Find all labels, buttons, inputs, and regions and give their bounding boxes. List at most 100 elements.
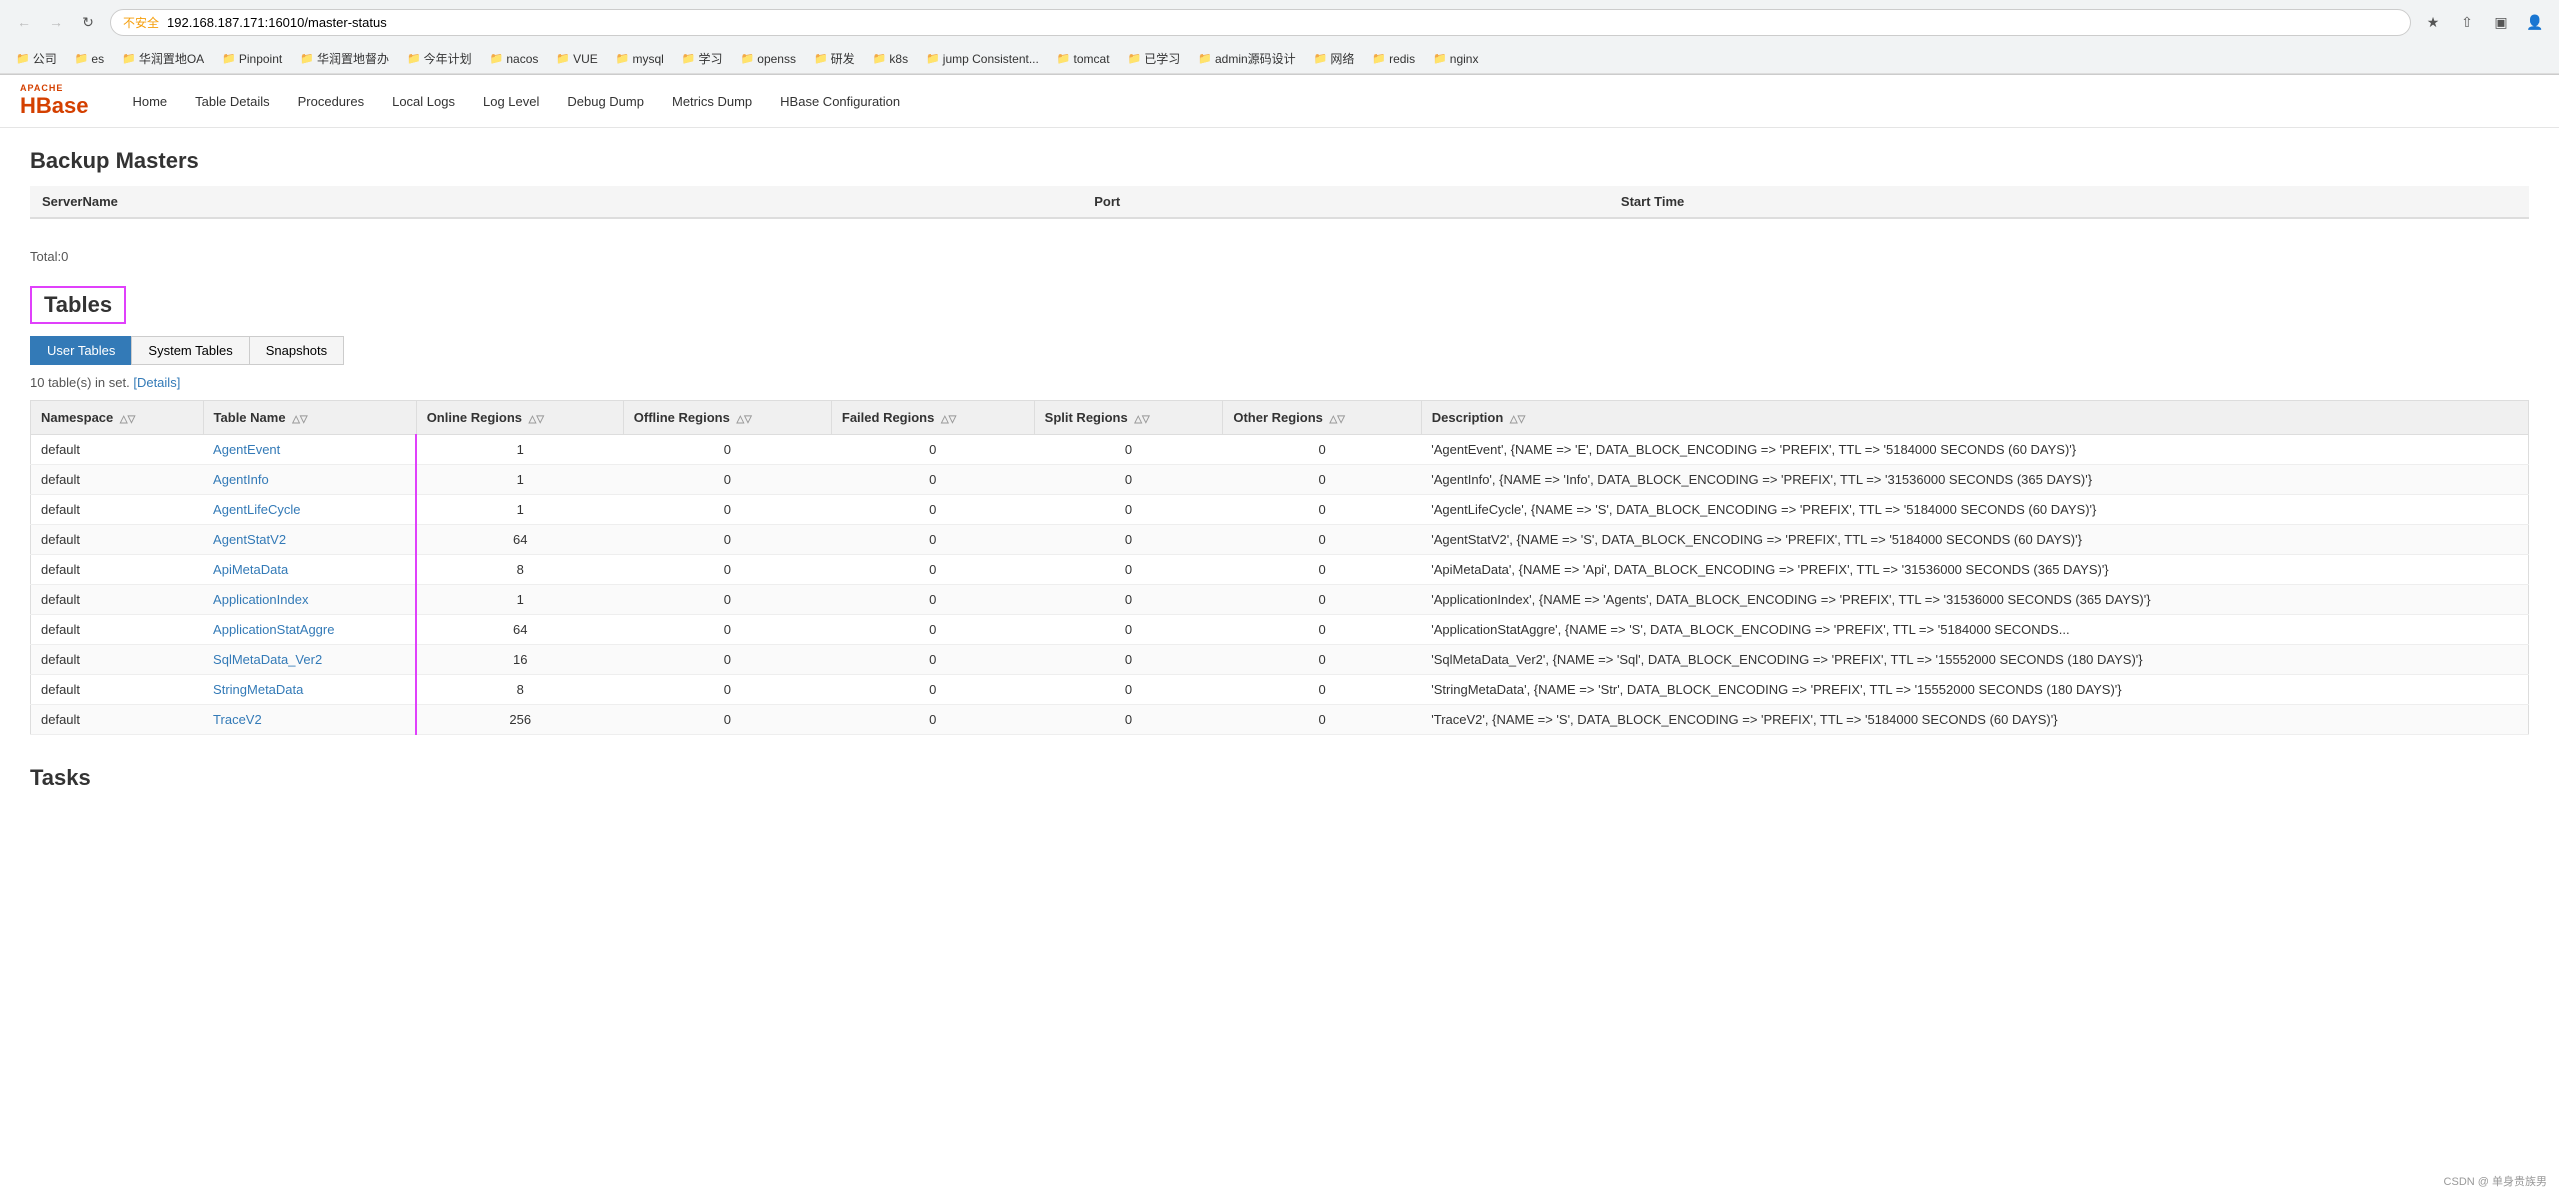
bookmark-item[interactable]: 已学习 [1122, 48, 1187, 69]
cell-other-regions: 0 [1223, 495, 1421, 525]
bookmark-item[interactable]: VUE [550, 50, 603, 68]
nav-procedures[interactable]: Procedures [284, 86, 378, 117]
table-name-link[interactable]: AgentEvent [213, 442, 280, 457]
bookmark-item[interactable]: 今年计划 [401, 48, 478, 69]
table-name-link[interactable]: AgentInfo [213, 472, 269, 487]
cell-description: 'ApiMetaData', {NAME => 'Api', DATA_BLOC… [1421, 555, 2528, 585]
cell-offline-regions: 0 [623, 435, 831, 465]
profile-button[interactable]: 👤 [2521, 8, 2549, 36]
bookmark-item[interactable]: 华润置地OA [116, 48, 210, 69]
th-split-regions[interactable]: Split Regions △▽ [1034, 401, 1223, 435]
cell-namespace: default [31, 615, 204, 645]
bookmark-item[interactable]: nacos [484, 50, 545, 68]
url-input[interactable] [167, 15, 2398, 30]
nav-table-details[interactable]: Table Details [181, 86, 283, 117]
main-content: Backup Masters ServerName Port Start Tim… [0, 128, 2559, 823]
nav-buttons: ← → ↻ [10, 8, 102, 36]
cell-namespace: default [31, 495, 204, 525]
reload-button[interactable]: ↻ [74, 8, 102, 36]
th-offline-regions[interactable]: Offline Regions △▽ [623, 401, 831, 435]
bookmark-button[interactable]: ★ [2419, 8, 2447, 36]
tab-user-tables[interactable]: User Tables [30, 336, 131, 365]
back-button[interactable]: ← [10, 8, 38, 36]
bookmark-item[interactable]: admin源码设计 [1192, 48, 1301, 69]
nav-home[interactable]: Home [118, 86, 181, 117]
table-row: defaultAgentStatV2640000'AgentStatV2', {… [31, 525, 2529, 555]
forward-button[interactable]: → [42, 8, 70, 36]
th-online-regions[interactable]: Online Regions △▽ [416, 401, 623, 435]
nav-hbase-config[interactable]: HBase Configuration [766, 86, 914, 117]
cell-description: 'AgentLifeCycle', {NAME => 'S', DATA_BLO… [1421, 495, 2528, 525]
bookmark-item[interactable]: k8s [867, 50, 914, 68]
details-link[interactable]: [Details] [133, 375, 180, 390]
nav-debug-dump[interactable]: Debug Dump [553, 86, 658, 117]
browser-actions: ★ ⇧ ▣ 👤 [2419, 8, 2549, 36]
cell-other-regions: 0 [1223, 555, 1421, 585]
cell-offline-regions: 0 [623, 705, 831, 735]
table-name-link[interactable]: SqlMetaData_Ver2 [213, 652, 322, 667]
cell-description: 'TraceV2', {NAME => 'S', DATA_BLOCK_ENCO… [1421, 705, 2528, 735]
bookmark-item[interactable]: 公司 [10, 48, 63, 69]
th-description[interactable]: Description △▽ [1421, 401, 2528, 435]
cell-description: 'AgentEvent', {NAME => 'E', DATA_BLOCK_E… [1421, 435, 2528, 465]
cell-online-regions: 64 [416, 525, 623, 555]
extensions-button[interactable]: ▣ [2487, 8, 2515, 36]
nav-log-level[interactable]: Log Level [469, 86, 553, 117]
table-row: defaultAgentLifeCycle10000'AgentLifeCycl… [31, 495, 2529, 525]
col-port: Port [1082, 186, 1609, 218]
bookmark-item[interactable]: Pinpoint [216, 50, 288, 68]
cell-namespace: default [31, 555, 204, 585]
bookmark-item[interactable]: es [69, 50, 110, 68]
bookmark-item[interactable]: tomcat [1051, 50, 1116, 68]
table-name-link[interactable]: ApiMetaData [213, 562, 288, 577]
bookmark-item[interactable]: jump Consistent... [920, 50, 1045, 68]
cell-split-regions: 0 [1034, 675, 1223, 705]
nav-metrics-dump[interactable]: Metrics Dump [658, 86, 766, 117]
cell-description: 'ApplicationStatAggre', {NAME => 'S', DA… [1421, 615, 2528, 645]
cell-online-regions: 16 [416, 645, 623, 675]
th-failed-regions[interactable]: Failed Regions △▽ [831, 401, 1034, 435]
bookmark-item[interactable]: 网络 [1308, 48, 1361, 69]
bookmark-item[interactable]: nginx [1427, 50, 1484, 68]
cell-tablename: SqlMetaData_Ver2 [203, 645, 416, 675]
cell-description: 'AgentInfo', {NAME => 'Info', DATA_BLOCK… [1421, 465, 2528, 495]
table-name-link[interactable]: AgentStatV2 [213, 532, 286, 547]
cell-other-regions: 0 [1223, 705, 1421, 735]
cell-failed-regions: 0 [831, 645, 1034, 675]
cell-other-regions: 0 [1223, 435, 1421, 465]
share-button[interactable]: ⇧ [2453, 8, 2481, 36]
bookmark-item[interactable]: redis [1366, 50, 1421, 68]
tab-snapshots[interactable]: Snapshots [249, 336, 344, 365]
bookmark-item[interactable]: 研发 [808, 48, 861, 69]
table-row: defaultTraceV22560000'TraceV2', {NAME =>… [31, 705, 2529, 735]
th-tablename[interactable]: Table Name △▽ [203, 401, 416, 435]
th-other-regions[interactable]: Other Regions △▽ [1223, 401, 1421, 435]
cell-other-regions: 0 [1223, 615, 1421, 645]
cell-description: 'SqlMetaData_Ver2', {NAME => 'Sql', DATA… [1421, 645, 2528, 675]
th-namespace[interactable]: Namespace △▽ [31, 401, 204, 435]
table-info: 10 table(s) in set. [Details] [30, 375, 2529, 390]
table-name-link[interactable]: ApplicationStatAggre [213, 622, 334, 637]
table-row: defaultSqlMetaData_Ver2160000'SqlMetaDat… [31, 645, 2529, 675]
table-name-link[interactable]: ApplicationIndex [213, 592, 308, 607]
cell-tablename: AgentStatV2 [203, 525, 416, 555]
cell-offline-regions: 0 [623, 495, 831, 525]
app-logo: APACHE HBase [20, 83, 88, 119]
sort-icon-desc: △▽ [1510, 414, 1525, 425]
logo-apache: APACHE [20, 83, 88, 93]
tasks-title: Tasks [30, 765, 2529, 791]
table-name-link[interactable]: TraceV2 [213, 712, 262, 727]
bookmark-item[interactable]: 华润置地督办 [294, 48, 395, 69]
bookmark-item[interactable]: 学习 [676, 48, 729, 69]
cell-split-regions: 0 [1034, 435, 1223, 465]
table-name-link[interactable]: AgentLifeCycle [213, 502, 300, 517]
table-row: defaultAgentInfo10000'AgentInfo', {NAME … [31, 465, 2529, 495]
tables-title: Tables [30, 286, 126, 324]
cell-failed-regions: 0 [831, 435, 1034, 465]
bookmark-item[interactable]: openss [735, 50, 802, 68]
table-name-link[interactable]: StringMetaData [213, 682, 303, 697]
tab-system-tables[interactable]: System Tables [131, 336, 248, 365]
table-row: defaultStringMetaData80000'StringMetaDat… [31, 675, 2529, 705]
nav-local-logs[interactable]: Local Logs [378, 86, 469, 117]
bookmark-item[interactable]: mysql [610, 50, 670, 68]
